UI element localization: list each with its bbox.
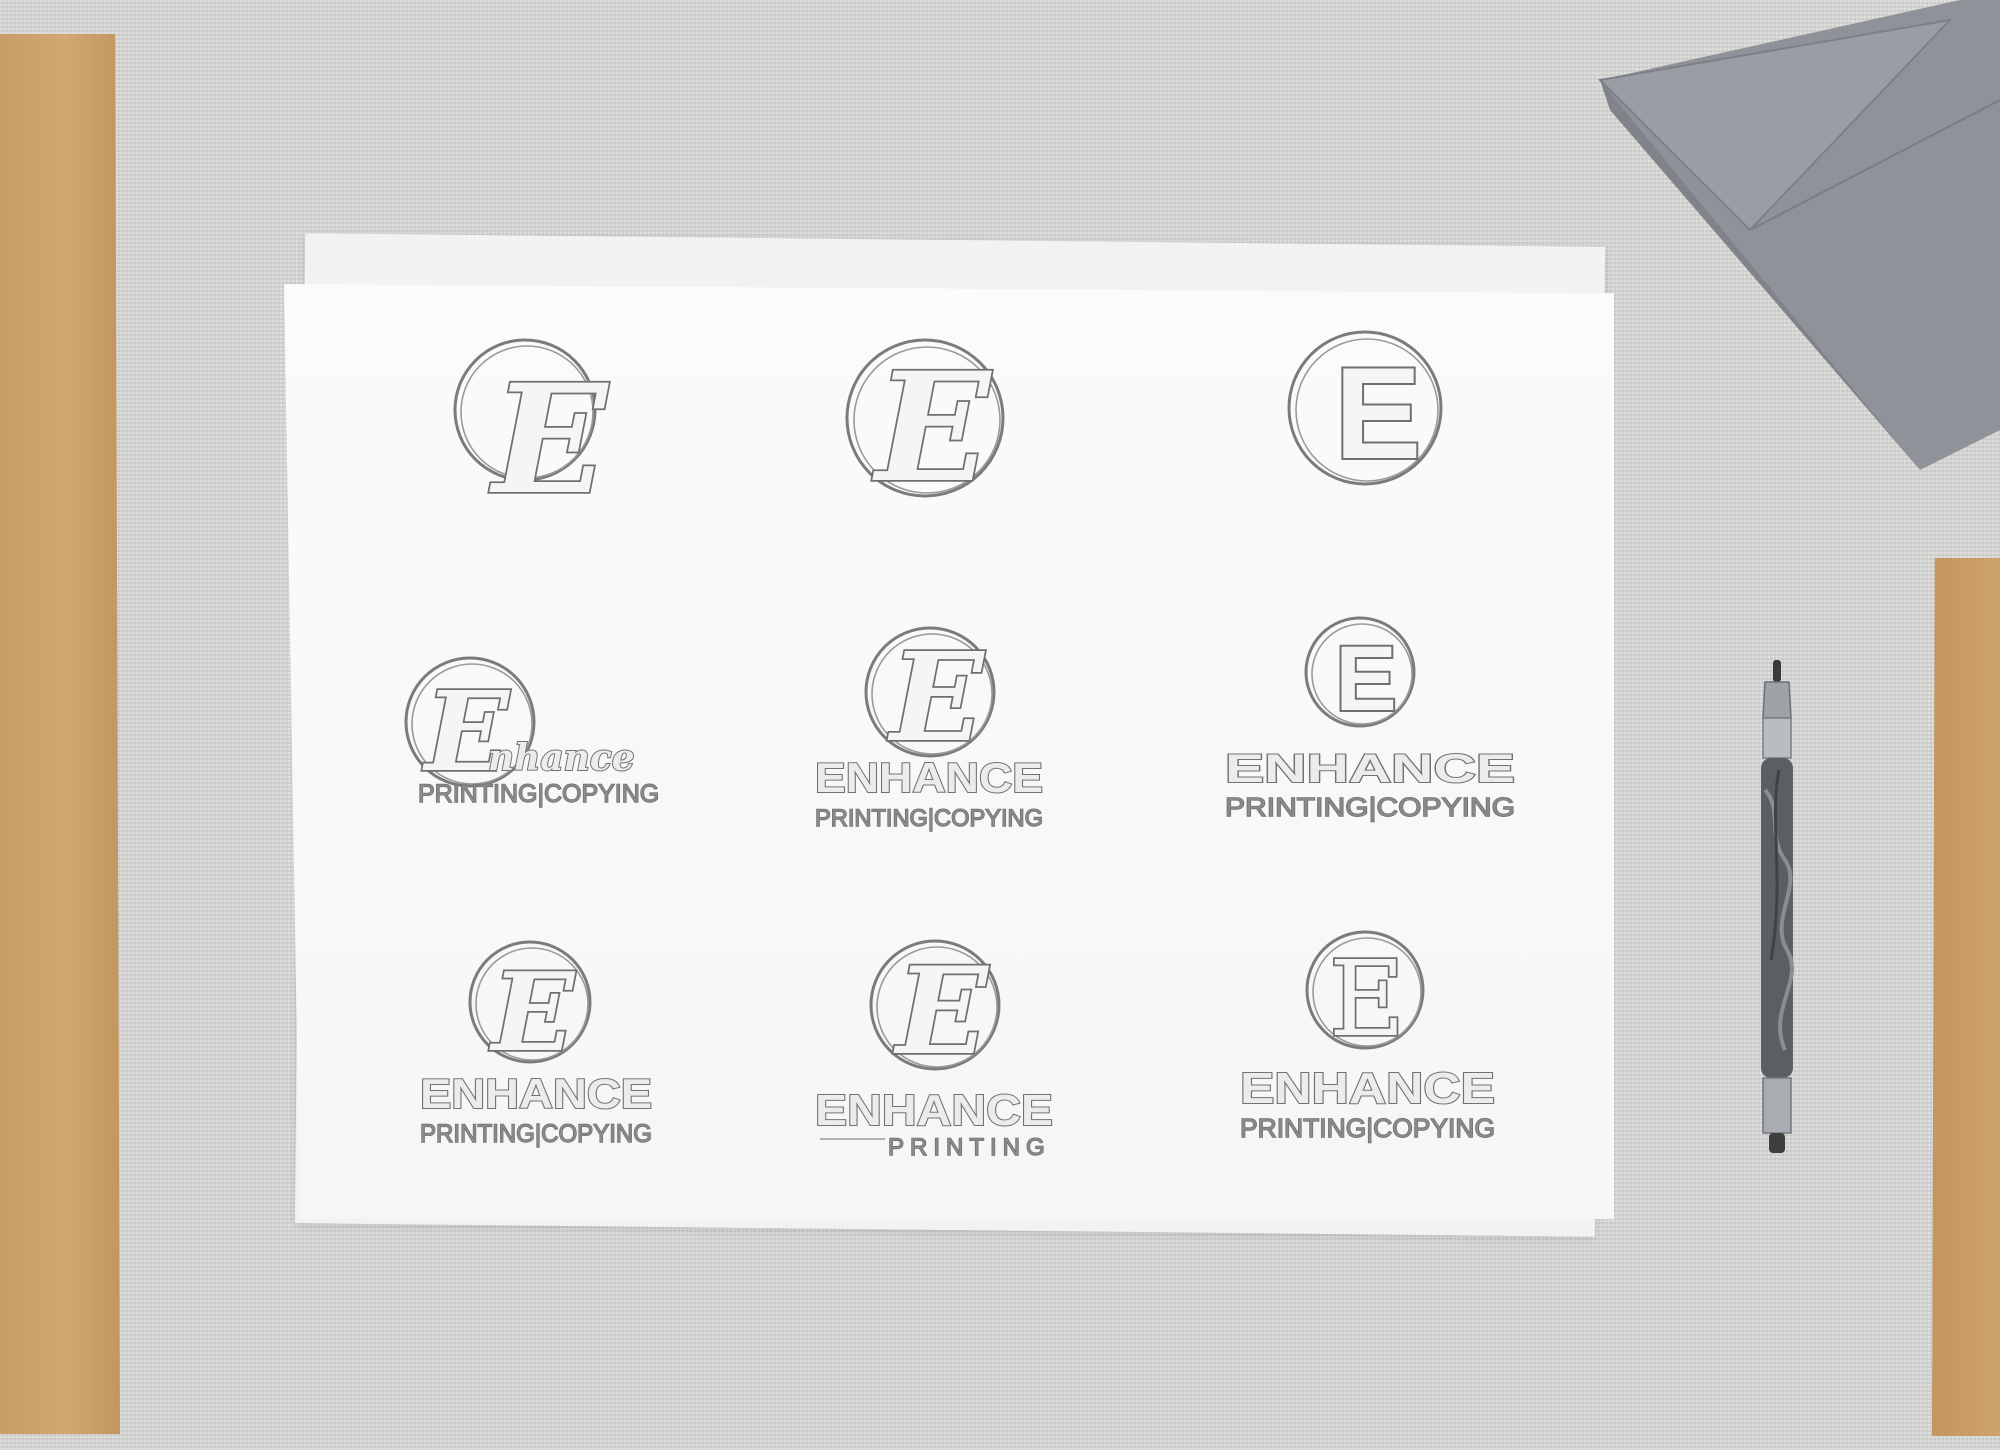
logo-sketch-5: E ENHANCE PRINTING|COPYING — [805, 620, 1145, 860]
logo-sketch-9: E ENHANCE PRINTING|COPYING — [1235, 930, 1575, 1175]
logo-4-script: nhance — [488, 737, 635, 779]
clutch-pencil — [1761, 660, 1794, 1153]
logo-sketch-1: E — [360, 310, 700, 550]
logo-9-subtitle: PRINTING|COPYING — [1240, 1113, 1495, 1143]
logo-5-title: ENHANCE — [815, 754, 1043, 801]
logo-7-subtitle: PRINTING|COPYING — [420, 1120, 652, 1148]
logo-4-subtitle: PRINTING|COPYING — [418, 780, 659, 808]
logo-9-letter: E — [1329, 938, 1405, 1060]
logo-7-letter: E — [489, 950, 576, 1076]
logo-5-letter: E — [888, 625, 986, 769]
logo-sketch-6: E ENHANCE PRINTING|COPYING — [1220, 610, 1560, 850]
logo-sketch-7: E ENHANCE PRINTING|COPYING — [415, 940, 755, 1180]
logo-3-letter: E — [1335, 340, 1422, 486]
logo-6-title: ENHANCE — [1225, 747, 1515, 791]
logo-7-title: ENHANCE — [420, 1070, 652, 1117]
logo-sketch-8: E ENHANCE PRINTING — [810, 935, 1150, 1175]
logo-sketch-2: E — [765, 318, 1105, 558]
logo-8-letter: E — [893, 941, 989, 1082]
logo-6-letter: E — [1335, 628, 1396, 730]
logo-8-title: ENHANCE — [815, 1086, 1053, 1135]
gray-envelope — [1597, 0, 2000, 470]
logo-sketch-3: E — [1210, 318, 1550, 558]
logo-5-subtitle: PRINTING|COPYING — [815, 805, 1043, 832]
logo-6-subtitle: PRINTING|COPYING — [1225, 792, 1515, 822]
logo-8-subtitle: PRINTING — [888, 1134, 1051, 1161]
kraft-paper-right — [1932, 558, 2000, 1436]
logo-9-title: ENHANCE — [1240, 1064, 1495, 1113]
logo-1-letter: E — [489, 352, 610, 528]
kraft-paper-left — [0, 34, 120, 1434]
logo-sketch-4: E nhance PRINTING|COPYING — [390, 650, 730, 890]
logo-2-letter: E — [872, 340, 993, 516]
